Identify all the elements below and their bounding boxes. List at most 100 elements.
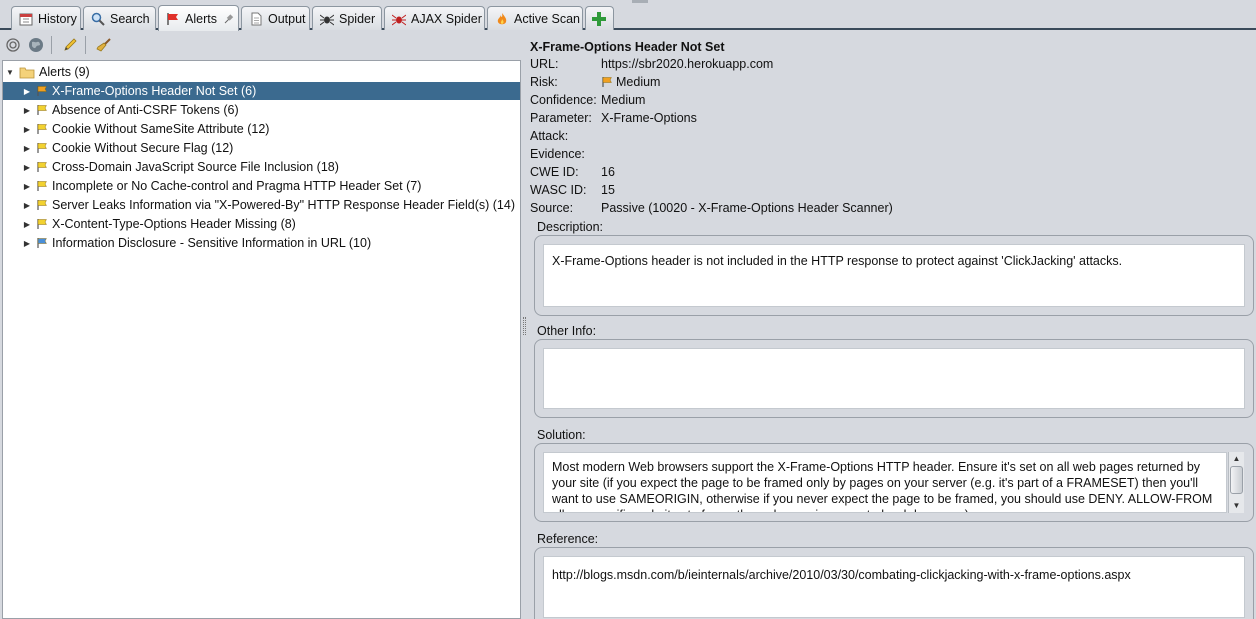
filter-circle-icon[interactable] [3,35,23,55]
tree-alert-item[interactable]: ▶ X-Content-Type-Options Header Missing (… [3,215,296,233]
tab-search[interactable]: Search [83,6,156,30]
scroll-up-arrow-icon[interactable]: ▲ [1229,452,1244,466]
tab-ajax-spider[interactable]: AJAX Spider [384,6,485,30]
spider-icon [319,11,335,27]
expand-arrow-icon[interactable]: ▶ [22,163,32,172]
tab-spider[interactable]: Spider [312,6,382,30]
tree-alert-item[interactable]: ▶ Incomplete or No Cache-control and Prag… [3,177,421,195]
medium-risk-flag-icon [601,76,613,88]
tab-label: Alerts [185,11,217,26]
field-value-wrap: X-Frame-Options [601,111,697,125]
alerts-tree[interactable]: ▼ Alerts (9) ▶ X-Frame-Options Header Not… [2,60,521,619]
expand-arrow-icon[interactable]: ▶ [22,87,32,96]
other-info-label: Other Info: [537,324,597,338]
tree-alert-item[interactable]: ▶ Information Disclosure - Sensitive Info… [3,234,371,252]
plus-icon [591,11,607,27]
alerts-window: History Search Alerts Output Spider AJAX… [0,0,1256,619]
medium-risk-flag-icon [36,85,48,97]
expand-arrow-icon[interactable]: ▶ [22,182,32,191]
magnifier-icon [90,11,106,27]
folder-icon [19,66,35,79]
flame-icon [494,11,510,27]
tree-alert-label: Information Disclosure - Sensitive Infor… [52,236,372,250]
field-value[interactable]: 15 [601,183,615,197]
tab-output[interactable]: Output [241,6,310,30]
tree-alert-item[interactable]: ▶ Cross-Domain JavaScript Source File Inc… [3,158,339,176]
expand-arrow-icon[interactable]: ▶ [22,201,32,210]
field-value-wrap: 16 [601,165,615,179]
tab-label: Search [110,11,150,26]
tab-add[interactable] [585,6,614,30]
tree-alert-item[interactable]: ▶ Cookie Without SameSite Attribute (12) [3,120,270,138]
field-row: Source: Passive (10020 - X-Frame-Options … [530,199,893,217]
pin-icon[interactable] [221,11,237,27]
reference-box: http://blogs.msdn.com/b/ieinternals/arch… [534,547,1254,619]
tab-history[interactable]: History [11,6,81,30]
field-key: Attack: [530,129,569,143]
expand-arrow-icon[interactable]: ▶ [22,239,32,248]
expand-arrow-icon[interactable]: ▶ [22,106,32,115]
field-key: Risk: [530,75,558,89]
field-key: Evidence: [530,147,585,161]
expand-arrow-icon[interactable]: ▶ [22,125,32,134]
field-value-wrap: Medium [601,75,660,89]
document-icon [248,11,264,27]
solution-scrollbar[interactable]: ▲ ▼ [1228,452,1244,513]
tree-alert-item[interactable]: ▶ Absence of Anti-CSRF Tokens (6) [3,101,239,119]
field-value-wrap: Medium [601,93,645,107]
tree-root-alerts[interactable]: ▼ Alerts (9) [5,63,90,81]
field-value[interactable]: Medium [601,93,645,107]
low-risk-flag-icon [36,123,48,135]
low-risk-flag-icon [36,104,48,116]
tab-active-scan[interactable]: Active Scan [487,6,583,30]
tab-alerts[interactable]: Alerts [158,5,239,31]
tree-alert-label: Cookie Without Secure Flag (12) [52,141,234,155]
info-risk-flag-icon [36,237,48,249]
description-text[interactable]: X-Frame-Options header is not included i… [543,244,1245,307]
tree-alert-item[interactable]: ▶ Server Leaks Information via "X-Powered… [3,196,515,214]
field-value[interactable]: Medium [616,75,660,89]
field-key: Parameter: [530,111,592,125]
toolbar-separator [85,36,86,54]
expand-arrow-icon[interactable]: ▶ [22,220,32,229]
field-key: Confidence: [530,93,597,107]
toolbar-separator [51,36,52,54]
field-value[interactable]: https://sbr2020.herokuapp.com [601,57,773,71]
reference-text[interactable]: http://blogs.msdn.com/b/ieinternals/arch… [543,556,1245,618]
solution-box: Most modern Web browsers support the X-F… [534,443,1254,522]
field-value[interactable]: X-Frame-Options [601,111,697,125]
pencil-icon[interactable] [60,35,80,55]
tab-label: Active Scan [514,11,581,26]
tree-alert-item[interactable]: ▶ X-Frame-Options Header Not Set (6) [3,82,520,100]
tree-alert-label: Incomplete or No Cache-control and Pragm… [52,179,422,193]
scroll-down-arrow-icon[interactable]: ▼ [1229,499,1244,513]
alerts-tree-panel: ▼ Alerts (9) ▶ X-Frame-Options Header Not… [0,32,522,619]
globe-icon[interactable] [26,35,46,55]
other-info-text[interactable] [543,348,1245,409]
broom-icon[interactable] [94,35,114,55]
tab-label: History [38,11,77,26]
field-row: WASC ID: 15 [530,181,615,199]
tree-root-label: Alerts (9) [39,65,90,79]
tree-alert-label: Server Leaks Information via "X-Powered-… [52,198,515,212]
field-value[interactable]: Passive (10020 - X-Frame-Options Header … [601,201,893,215]
solution-text[interactable]: Most modern Web browsers support the X-F… [543,452,1227,513]
reference-label: Reference: [537,532,599,546]
other-info-box [534,339,1254,418]
panel-grip[interactable] [632,0,648,3]
alert-title: X-Frame-Options Header Not Set [530,40,725,54]
tree-alert-item[interactable]: ▶ Cookie Without Secure Flag (12) [3,139,233,157]
tree-alert-label: Cookie Without SameSite Attribute (12) [52,122,270,136]
divider-grip[interactable] [523,317,526,335]
calendar-icon [18,11,34,27]
expand-arrow-icon[interactable]: ▶ [22,144,32,153]
scroll-thumb[interactable] [1230,466,1243,494]
field-value[interactable]: 16 [601,165,615,179]
field-key: CWE ID: [530,165,579,179]
field-row: Confidence: Medium [530,91,645,109]
field-key: WASC ID: [530,183,587,197]
collapse-arrow-icon[interactable]: ▼ [5,68,15,77]
description-label: Description: [537,220,603,234]
tree-alert-label: Absence of Anti-CSRF Tokens (6) [52,103,239,117]
alerts-toolbar [0,32,522,58]
